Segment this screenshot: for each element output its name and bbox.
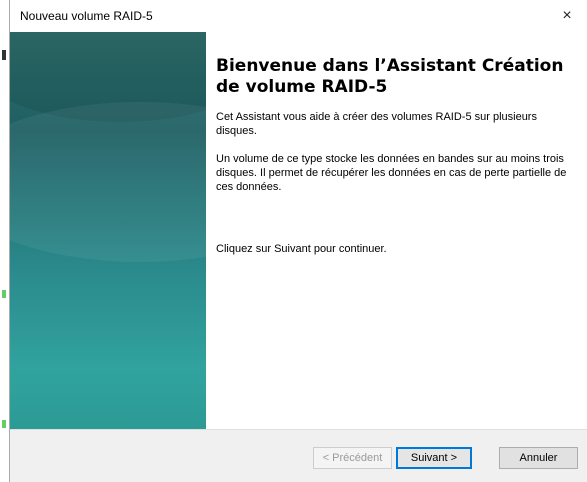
window-title: Nouveau volume RAID-5 <box>20 9 153 23</box>
close-icon: × <box>562 7 572 24</box>
wizard-button-bar: < Précédent Suivant > Annuler <box>10 429 587 482</box>
wizard-continue-text: Cliquez sur Suivant pour continuer. <box>216 243 387 255</box>
background-mark <box>2 290 6 298</box>
background-window-edge <box>0 0 9 482</box>
wizard-content: Bienvenue dans l’Assistant Création de v… <box>216 32 576 256</box>
close-button[interactable]: × <box>547 0 587 32</box>
background-mark <box>2 50 6 60</box>
previous-button[interactable]: < Précédent <box>313 447 392 469</box>
raid5-wizard-dialog: Nouveau volume RAID-5 × Bienvenue dans l… <box>9 0 587 482</box>
wizard-description-text: Un volume de ce type stocke les données … <box>216 153 567 193</box>
next-button[interactable]: Suivant > <box>396 447 472 469</box>
banner-decoration <box>10 102 206 262</box>
background-mark <box>2 420 6 428</box>
wizard-side-banner <box>10 32 206 429</box>
wizard-heading: Bienvenue dans l’Assistant Création de v… <box>216 56 564 97</box>
cancel-button[interactable]: Annuler <box>499 447 578 469</box>
title-bar[interactable]: Nouveau volume RAID-5 × <box>10 0 587 32</box>
wizard-intro-text: Cet Assistant vous aide à créer des volu… <box>216 111 537 137</box>
